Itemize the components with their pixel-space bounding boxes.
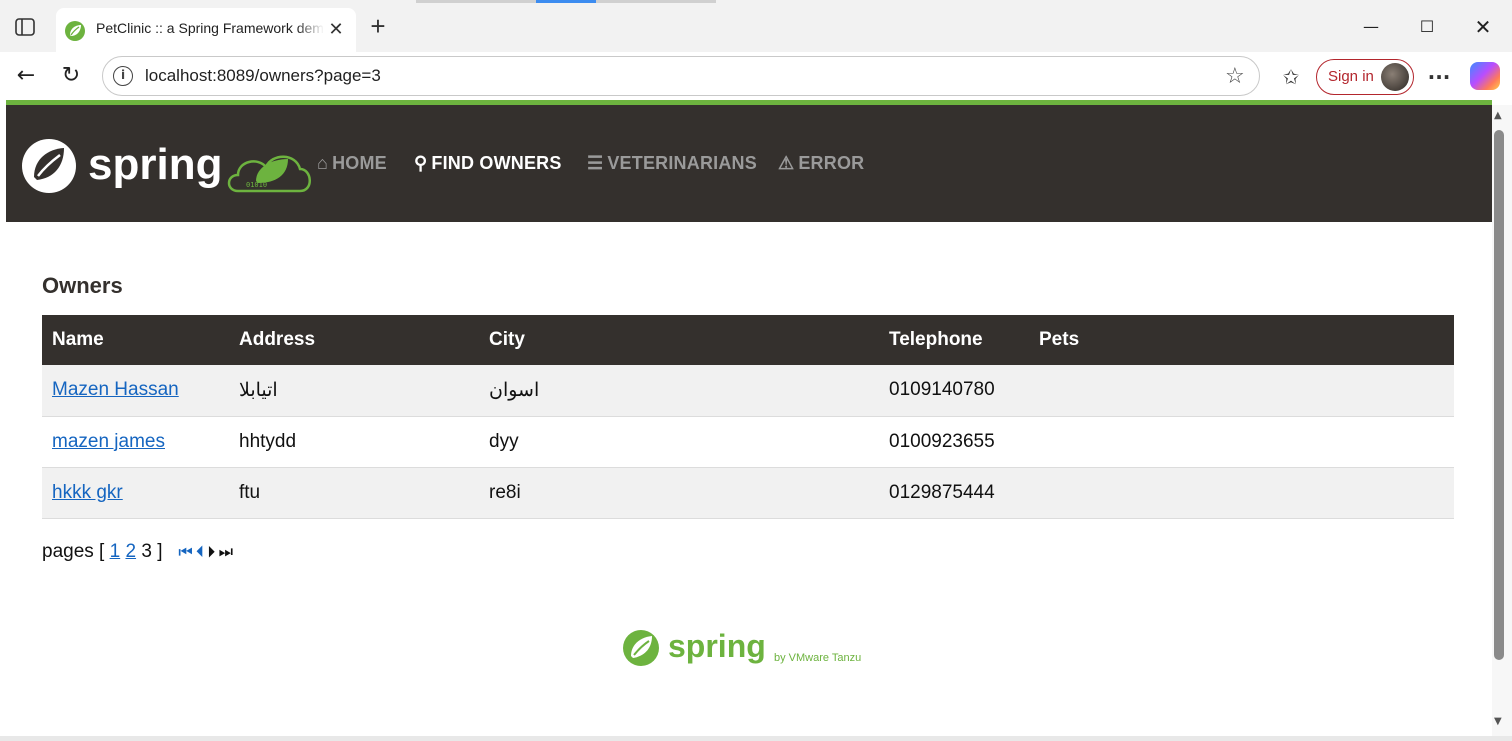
nav-veterinarians-label: VETERINARIANS: [607, 153, 757, 173]
back-arrow-icon[interactable]: ←: [12, 62, 40, 90]
owner-address-cell: ftu: [229, 467, 479, 519]
site-navbar: spring 01010 ⌂ HOME ⚲ FIND OWNERS ☰ VETERIN…: [6, 105, 1492, 222]
tab-title-fade: [296, 18, 324, 42]
window-bottom-edge: [0, 736, 1512, 741]
owner-telephone-cell: 0129875444: [879, 467, 1029, 519]
spring-leaf-icon: [65, 21, 85, 41]
owner-city-cell: dyy: [479, 416, 879, 468]
favorites-list-icon[interactable]: ✩: [1278, 64, 1304, 90]
first-page-icon[interactable]: ⏮: [178, 544, 192, 562]
owner-address-cell: hhtydd: [229, 416, 479, 468]
maximize-icon[interactable]: ☐: [1412, 12, 1442, 42]
sidebar-toggle-icon[interactable]: [14, 16, 36, 38]
owner-address-cell: اتيابلا: [229, 365, 479, 417]
pagination: pages [ 1 2 3 ] ⏮ ⏴ ⏵ ⏭: [42, 541, 233, 563]
svg-text:01010: 01010: [246, 181, 267, 189]
nav-error[interactable]: ⚠ ERROR: [778, 153, 864, 174]
pagination-prefix: pages [: [42, 541, 105, 562]
owner-pets-cell: [1029, 416, 1454, 468]
page-link-2[interactable]: 2: [125, 541, 136, 562]
owner-link[interactable]: hkkk gkr: [52, 482, 123, 503]
footer-brand: spring: [668, 628, 766, 664]
scroll-up-icon[interactable]: ▲: [1494, 110, 1502, 121]
info-icon[interactable]: i: [113, 66, 133, 86]
tab-strip-hint: [416, 0, 536, 3]
browser-toolbar: ← ↻ i localhost:8089/owners?page=3 ☆ ✩ S…: [0, 52, 1512, 100]
window-close-icon[interactable]: ✕: [1468, 12, 1498, 42]
address-bar[interactable]: i localhost:8089/owners?page=3 ☆: [102, 56, 1260, 96]
warning-icon: ⚠: [778, 153, 795, 173]
owner-city-cell: اسوان: [479, 365, 879, 417]
owner-link[interactable]: mazen james: [52, 431, 165, 452]
owners-table: Name Address City Telephone Pets Mazen H…: [42, 315, 1454, 519]
owner-name-cell: hkkk gkr: [42, 467, 229, 519]
column-header-address: Address: [229, 315, 479, 365]
scroll-down-icon[interactable]: ▼: [1494, 716, 1502, 727]
current-page: 3: [141, 541, 152, 562]
owner-name-cell: mazen james: [42, 416, 229, 468]
owner-name-cell: Mazen Hassan: [42, 365, 229, 417]
tab-strip-hint: [596, 0, 716, 3]
copilot-icon[interactable]: [1470, 62, 1500, 90]
tab-title: PetClinic :: a Spring Framework demonstr…: [96, 20, 324, 36]
column-header-pets: Pets: [1029, 315, 1454, 365]
nav-home-label: HOME: [332, 153, 387, 173]
star-icon[interactable]: ☆: [1225, 64, 1245, 89]
browser-titlebar: PetClinic :: a Spring Framework demonstr…: [0, 0, 1512, 52]
table-row: Mazen Hassan اتيابلا اسوان 0109140780: [42, 365, 1454, 417]
owner-pets-cell: [1029, 365, 1454, 417]
browser-tab[interactable]: PetClinic :: a Spring Framework demonstr…: [56, 8, 356, 52]
page-title: Owners: [42, 273, 123, 298]
refresh-icon[interactable]: ↻: [57, 62, 85, 90]
page-viewport: spring 01010 ⌂ HOME ⚲ FIND OWNERS ☰ VETERIN…: [6, 105, 1492, 736]
more-icon[interactable]: ···: [1426, 64, 1452, 90]
last-page-icon: ⏭: [218, 544, 233, 561]
scrollbar-thumb[interactable]: [1494, 130, 1504, 660]
sign-in-button[interactable]: Sign in: [1316, 59, 1414, 95]
column-header-telephone: Telephone: [879, 315, 1029, 365]
home-icon: ⌂: [317, 153, 329, 173]
close-icon[interactable]: ✕: [326, 20, 346, 40]
table-row: hkkk gkr ftu re8i 0129875444: [42, 467, 1454, 519]
page-link-1[interactable]: 1: [110, 541, 121, 562]
nav-veterinarians[interactable]: ☰ VETERINARIANS: [587, 153, 757, 174]
table-header-row: Name Address City Telephone Pets: [42, 315, 1454, 365]
column-header-city: City: [479, 315, 879, 365]
tab-strip-hint: [536, 0, 596, 3]
pagination-suffix: ]: [157, 541, 163, 562]
owner-pets-cell: [1029, 467, 1454, 519]
footer-tagline: by VMware Tanzu: [774, 652, 861, 664]
brand-wordmark: spring: [88, 140, 222, 189]
plus-icon[interactable]: +: [366, 13, 390, 39]
owner-link[interactable]: Mazen Hassan: [52, 379, 179, 400]
table-row: mazen james hhtydd dyy 0100923655: [42, 416, 1454, 468]
avatar: [1381, 63, 1409, 91]
nav-error-label: ERROR: [798, 153, 865, 173]
footer-spring-logo: spring by VMware Tanzu: [623, 628, 861, 666]
nav-find-owners[interactable]: ⚲ FIND OWNERS: [414, 153, 562, 174]
search-icon: ⚲: [414, 153, 428, 173]
owner-city-cell: re8i: [479, 467, 879, 519]
list-icon: ☰: [587, 153, 604, 173]
sign-in-label: Sign in: [1328, 68, 1374, 85]
owner-telephone-cell: 0100923655: [879, 416, 1029, 468]
next-page-icon: ⏵: [207, 544, 215, 561]
nav-find-owners-label: FIND OWNERS: [431, 153, 562, 173]
column-header-name: Name: [42, 315, 229, 365]
nav-home[interactable]: ⌂ HOME: [317, 153, 387, 174]
spring-logo[interactable]: spring 01010: [20, 135, 320, 197]
owner-telephone-cell: 0109140780: [879, 365, 1029, 417]
previous-page-icon[interactable]: ⏴: [196, 544, 204, 562]
url-text[interactable]: localhost:8089/owners?page=3: [145, 66, 381, 86]
minimize-icon[interactable]: —: [1356, 12, 1386, 42]
